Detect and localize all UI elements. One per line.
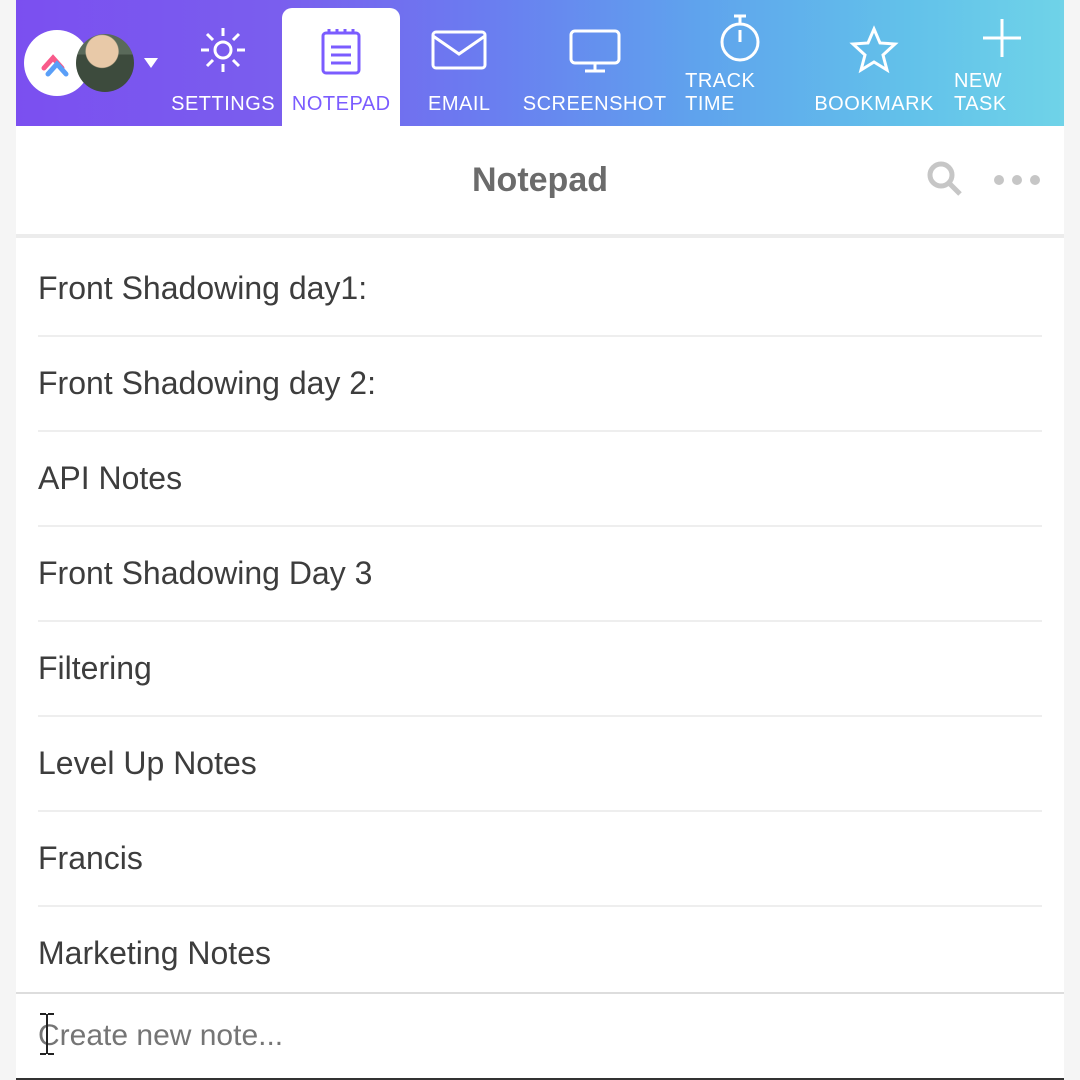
monitor-icon <box>565 12 625 87</box>
toolbar-label: TRACK TIME <box>685 70 794 116</box>
note-item[interactable]: API Notes <box>38 432 1042 527</box>
user-avatar[interactable] <box>76 34 134 92</box>
note-title: API Notes <box>38 460 182 496</box>
toolbar-label: NEW TASK <box>954 70 1050 116</box>
toolbar-label: SCREENSHOT <box>523 93 667 116</box>
star-icon <box>847 12 901 87</box>
note-item[interactable]: Front Shadowing Day 3 <box>38 527 1042 622</box>
note-list: Front Shadowing day1: Front Shadowing da… <box>16 238 1064 1000</box>
note-title: Marketing Notes <box>38 935 271 971</box>
dots-icon <box>1030 175 1040 185</box>
page-header: Notepad <box>16 126 1064 238</box>
plus-icon <box>977 12 1027 64</box>
dots-icon <box>994 175 1004 185</box>
note-item[interactable]: Marketing Notes <box>38 907 1042 1000</box>
toolbar-label: EMAIL <box>428 93 491 116</box>
stopwatch-icon <box>715 10 765 64</box>
toolbar-tracktime[interactable]: TRACK TIME <box>671 0 808 126</box>
dots-icon <box>1012 175 1022 185</box>
note-title: Filtering <box>38 650 152 686</box>
top-toolbar: SETTINGS NOTEPAD <box>16 0 1064 126</box>
chevron-down-icon <box>144 58 158 68</box>
workspace-switcher[interactable] <box>22 0 164 126</box>
note-title: Front Shadowing day 2: <box>38 365 376 401</box>
note-title: Front Shadowing day1: <box>38 270 367 306</box>
note-item[interactable]: Filtering <box>38 622 1042 717</box>
search-icon <box>924 158 964 198</box>
toolbar-settings[interactable]: SETTINGS <box>164 0 282 126</box>
create-note-input[interactable] <box>38 1019 1042 1053</box>
toolbar-label: NOTEPAD <box>292 93 391 116</box>
notepad-icon <box>317 14 365 87</box>
gear-icon <box>197 12 249 87</box>
toolbar-email[interactable]: EMAIL <box>400 0 518 126</box>
create-note-bar <box>16 992 1064 1080</box>
search-button[interactable] <box>924 158 964 203</box>
note-item[interactable]: Front Shadowing day1: <box>38 238 1042 337</box>
toolbar-screenshot[interactable]: SCREENSHOT <box>518 0 671 126</box>
note-title: Francis <box>38 840 143 876</box>
toolbar-label: SETTINGS <box>171 93 275 116</box>
toolbar-bookmark[interactable]: BOOKMARK <box>808 0 940 126</box>
toolbar-label: BOOKMARK <box>814 93 934 116</box>
note-title: Front Shadowing Day 3 <box>38 555 372 591</box>
page-title: Notepad <box>472 161 608 200</box>
toolbar-newtask[interactable]: NEW TASK <box>940 0 1064 126</box>
envelope-icon <box>429 12 489 87</box>
note-item[interactable]: Level Up Notes <box>38 717 1042 812</box>
note-item[interactable]: Front Shadowing day 2: <box>38 337 1042 432</box>
toolbar-notepad[interactable]: NOTEPAD <box>282 8 400 126</box>
note-title: Level Up Notes <box>38 745 257 781</box>
note-item[interactable]: Francis <box>38 812 1042 907</box>
more-menu-button[interactable] <box>994 175 1040 185</box>
